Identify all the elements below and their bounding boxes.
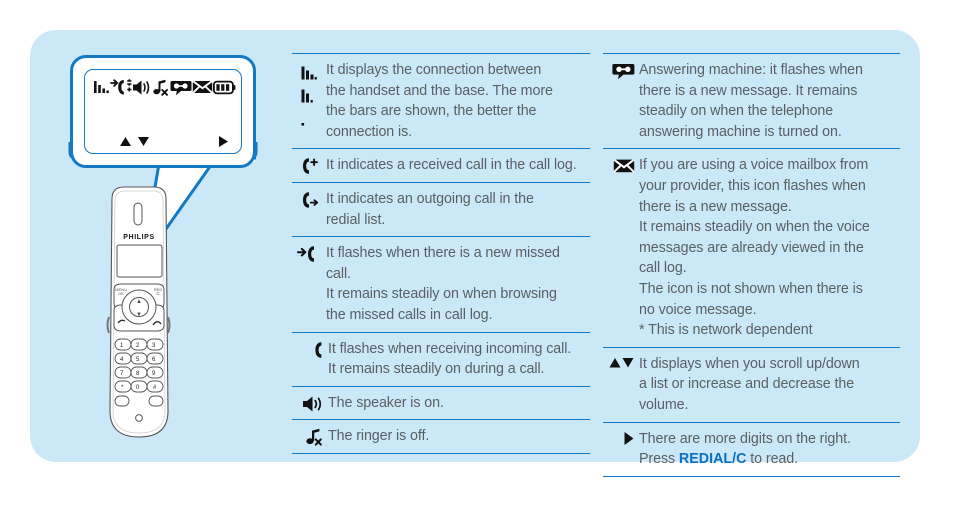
handset-illustration: PHILIPS ▲ ▼ MENU OK RED C 1 2 3 4 5 6 7 …	[30, 30, 290, 462]
row-line: * This is network dependent	[639, 322, 813, 339]
table-row: It displays when you scroll up/down a li…	[603, 346, 900, 422]
speaker-on-icon	[292, 393, 328, 413]
row-line: It indicates an outgoing call in the	[326, 190, 534, 207]
svg-text:▲: ▲	[136, 299, 142, 305]
signal-bars-medium-icon	[301, 89, 313, 103]
table-row: There are more digits on the right. Pres…	[603, 421, 900, 477]
cordless-handset: PHILIPS ▲ ▼ MENU OK RED C 1 2 3 4 5 6 7 …	[106, 186, 171, 438]
left-column: It displays the connection between the h…	[292, 53, 590, 454]
row-line: If you are using a voice mailbox from	[639, 157, 869, 174]
answering-machine-icon	[603, 60, 639, 80]
missed-call-icon	[110, 78, 132, 96]
row-line: call log.	[639, 260, 687, 277]
battery-icon	[213, 80, 236, 95]
row-line: connection is.	[326, 123, 413, 140]
row-line: the handset and the base. The more	[326, 82, 553, 99]
row-line: a list or increase and decrease the	[639, 376, 855, 393]
row-description: Answering machine: it flashes when there…	[639, 60, 900, 142]
row-line: the missed calls in call log.	[326, 306, 493, 323]
right-column: Answering machine: it flashes when there…	[603, 53, 900, 477]
display-callout-bubble	[70, 55, 256, 168]
row-description: There are more digits on the right. Pres…	[639, 429, 900, 470]
row-line: redial list.	[326, 211, 386, 228]
row-line: There are more digits on the right.	[639, 430, 851, 447]
row-line: no voice message.	[639, 301, 757, 318]
redial-prefix: Press	[639, 451, 679, 468]
redial-suffix: to read.	[746, 451, 798, 468]
voice-mail-icon	[603, 155, 639, 174]
row-line: It remains steadily on when the voice	[639, 219, 870, 236]
row-description: It displays the connection between the h…	[326, 60, 590, 142]
row-description: It indicates an outgoing call in the red…	[326, 189, 590, 230]
row-description: The ringer is off.	[328, 426, 590, 447]
row-line: steadily on when the telephone	[639, 103, 834, 120]
row-line: there is a new message. It remains	[639, 82, 858, 99]
table-row: It indicates a received call in the call…	[292, 148, 590, 182]
row-line: It remains steadily on during a call.	[328, 361, 545, 378]
table-row: The speaker is on.	[292, 385, 590, 420]
row-line: It displays when you scroll up/down	[639, 355, 860, 372]
voice-mail-icon	[192, 79, 213, 95]
row-line: there is a new message.	[639, 198, 792, 215]
row-line: the bars are shown, the better the	[326, 103, 537, 120]
row-line: messages are already viewed in the	[639, 239, 864, 256]
row-line: call.	[326, 265, 351, 282]
answering-machine-icon	[170, 79, 192, 96]
scroll-down-icon	[137, 136, 150, 147]
table-row: Answering machine: it flashes when there…	[603, 53, 900, 148]
table-row: The ringer is off.	[292, 419, 590, 454]
row-line: your provider, this icon flashes when	[639, 177, 866, 194]
row-line: It flashes when there is a new missed	[326, 245, 560, 262]
display-status-icons	[93, 75, 236, 99]
received-call-icon	[292, 155, 326, 175]
info-panel: PHILIPS ▲ ▼ MENU OK RED C 1 2 3 4 5 6 7 …	[30, 30, 920, 477]
row-description: It indicates a received call in the call…	[326, 155, 590, 176]
table-row: It flashes when receiving incoming call.…	[292, 331, 590, 386]
handset-brand-label: PHILIPS	[123, 234, 154, 241]
missed-call-icon	[292, 243, 326, 263]
row-line: The ringer is off.	[328, 428, 430, 445]
signal-bars-icon	[93, 79, 110, 96]
row-line-redial: Press REDIAL/C to read.	[639, 449, 900, 470]
outgoing-call-icon	[292, 189, 326, 209]
ringer-off-icon	[292, 426, 328, 446]
row-line: It indicates a received call in the call…	[326, 157, 577, 174]
row-line: Answering machine: it flashes when	[639, 62, 863, 78]
row-line: volume.	[639, 396, 689, 413]
row-line: It displays the connection between	[326, 62, 542, 78]
row-description: It flashes when there is a new missed ca…	[326, 243, 590, 325]
svg-text:▼: ▼	[136, 312, 142, 318]
incoming-call-icon	[292, 339, 328, 359]
row-line: It flashes when receiving incoming call.	[328, 340, 572, 357]
row-description: If you are using a voice mailbox from yo…	[639, 155, 900, 340]
display-navigation-icons	[99, 133, 229, 149]
signal-bars-none-icon	[301, 123, 305, 126]
display-screen	[84, 69, 242, 154]
scroll-updown-icon	[603, 354, 639, 370]
ringer-off-icon	[152, 79, 170, 96]
table-row: It displays the connection between the h…	[292, 53, 590, 148]
signal-bars-full-icon	[301, 66, 317, 80]
signal-bars-icon-group	[292, 60, 326, 126]
scroll-up-icon	[119, 136, 132, 147]
table-row: If you are using a voice mailbox from yo…	[603, 148, 900, 346]
svg-text:OK: OK	[118, 291, 124, 296]
table-row: It indicates an outgoing call in the red…	[292, 181, 590, 236]
row-description: It displays when you scroll up/down a li…	[639, 354, 900, 416]
redial-key-label: REDIAL/C	[678, 451, 747, 468]
more-digits-right-icon	[218, 135, 229, 148]
row-line: The icon is not shown when there is	[639, 280, 863, 297]
row-line: answering machine is turned on.	[639, 123, 842, 140]
table-row: It flashes when there is a new missed ca…	[292, 236, 590, 331]
row-description: The speaker is on.	[328, 393, 590, 414]
speaker-on-icon	[132, 79, 152, 96]
more-digits-right-icon	[603, 429, 639, 446]
row-line: The speaker is on.	[328, 394, 444, 411]
row-line: It remains steadily on when browsing	[326, 286, 557, 303]
row-description: It flashes when receiving incoming call.…	[328, 339, 590, 380]
